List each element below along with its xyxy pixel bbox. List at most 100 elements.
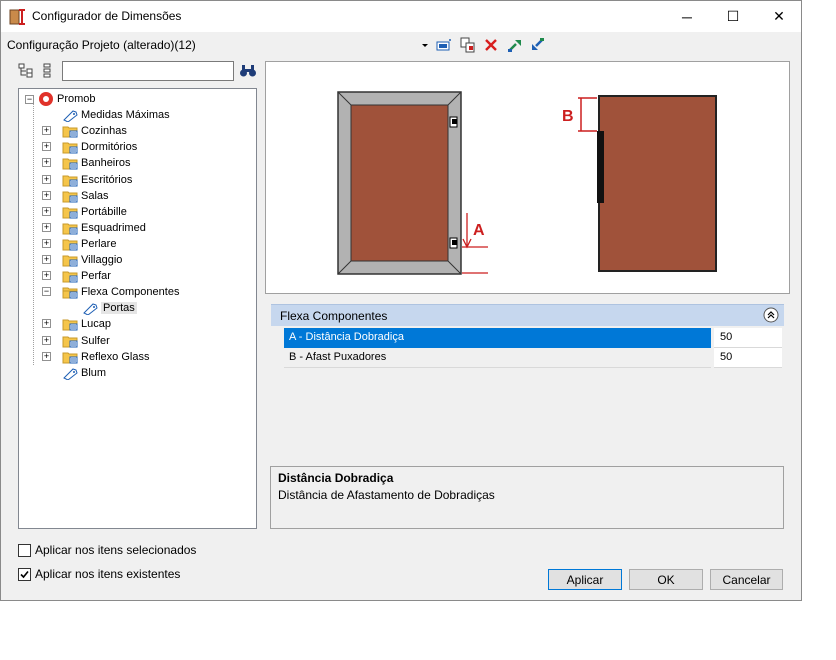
expand-toggle-icon[interactable]: + (42, 255, 51, 264)
collapse-chevron-icon[interactable] (763, 307, 779, 323)
folder-icon (62, 156, 78, 170)
expand-toggle-icon[interactable]: + (42, 238, 51, 248)
tree-item-portas[interactable]: Portas (82, 300, 137, 316)
collapse-tree-icon[interactable] (41, 63, 57, 79)
ok-button-label: OK (657, 572, 675, 587)
delete-icon[interactable] (483, 37, 499, 53)
description-title: Distância Dobradiça (278, 471, 394, 485)
promob-logo-icon (39, 92, 53, 106)
close-button[interactable]: ✕ (756, 1, 802, 32)
property-name: A - Distância Dobradiça (289, 331, 404, 343)
title-bar: Configurador de Dimensões ─ ☐ ✕ (1, 1, 801, 32)
property-description-panel: Distância Dobradiça Distância de Afastam… (270, 466, 784, 529)
dropdown-arrow-icon[interactable] (420, 37, 430, 53)
import-icon[interactable] (529, 37, 545, 53)
property-row-handle-distance[interactable]: B - Afast Puxadores 50 (284, 348, 782, 368)
folder-icon (62, 140, 78, 154)
tree-item-label: Promob (57, 93, 96, 105)
window-title: Configurador de Dimensões (32, 9, 182, 23)
tree-item-flexa-componentes[interactable]: − Flexa Componentes (42, 284, 179, 300)
cancel-button-label: Cancelar (722, 572, 771, 587)
folder-icon (62, 334, 78, 348)
tree-item-root[interactable]: − Promob (25, 91, 96, 107)
folder-icon (62, 124, 78, 138)
apply-existing-label: Aplicar nos itens existentes (35, 567, 181, 581)
tree-item-medidas-maximas[interactable]: Medidas Máximas (62, 107, 170, 123)
app-icon (9, 9, 25, 25)
expand-toggle-icon[interactable]: + (42, 158, 51, 168)
configuration-label: Configuração Projeto (alterado)(12) (7, 38, 196, 52)
expand-tree-icon[interactable] (18, 63, 34, 79)
tree-item-villaggio[interactable]: + Villaggio (42, 252, 123, 268)
folder-icon (62, 253, 78, 267)
ok-button[interactable]: OK (629, 569, 703, 590)
dimension-label-a: A (473, 222, 485, 239)
expand-toggle-icon[interactable]: + (42, 319, 51, 329)
tree-item-blum[interactable]: Blum (62, 365, 106, 381)
copy-config-icon[interactable] (460, 37, 476, 53)
tree-item-label: Medidas Máximas (81, 109, 170, 122)
property-group-title: Flexa Componentes (280, 309, 388, 323)
expand-toggle-icon[interactable]: + (42, 190, 51, 200)
tag-icon (62, 108, 78, 123)
tag-icon (82, 301, 98, 316)
tree-item-esquadrimed[interactable]: + Esquadrimed (42, 220, 146, 236)
apply-existing-checkbox[interactable] (18, 568, 31, 581)
apply-config-icon[interactable] (436, 37, 452, 53)
expand-toggle-icon[interactable]: + (42, 126, 51, 136)
tree-search-input[interactable] (62, 61, 234, 81)
apply-button[interactable]: Aplicar (548, 569, 622, 590)
expand-toggle-icon[interactable]: + (42, 271, 51, 281)
folder-icon (62, 221, 78, 235)
minimize-icon: ─ (682, 8, 692, 25)
apply-button-label: Aplicar (566, 572, 604, 587)
tree-item-label: Reflexo Glass (81, 350, 150, 363)
tree-item-escritorios[interactable]: + Escritórios (42, 172, 133, 188)
tree-item-lucap[interactable]: + Lucap (42, 316, 111, 332)
tree-item-label: Portas (101, 302, 137, 315)
close-icon: ✕ (773, 8, 785, 24)
property-name: B - Afast Puxadores (289, 351, 387, 363)
tree-item-portabille[interactable]: + Portábille (42, 204, 127, 220)
expand-toggle-icon[interactable]: + (42, 174, 51, 184)
maximize-icon: ☐ (726, 8, 740, 24)
dimension-configurator-window: Configurador de Dimensões ─ ☐ ✕ Configur… (0, 0, 802, 601)
tree-item-perlare[interactable]: + Perlare (42, 236, 117, 252)
minimize-button[interactable]: ─ (664, 1, 710, 32)
tree-item-dormitorios[interactable]: + Dormitórios (42, 139, 138, 155)
tree-item-label: Portábille (81, 205, 127, 218)
property-group-header[interactable]: Flexa Componentes (271, 304, 784, 326)
expand-toggle-icon[interactable]: + (42, 206, 51, 216)
description-text: Distância de Afastamento de Dobradiças (278, 488, 495, 502)
folder-icon (62, 285, 78, 299)
expand-toggle-icon[interactable]: + (42, 351, 51, 361)
property-value[interactable]: 50 (720, 331, 732, 343)
folder-icon (62, 205, 78, 219)
apply-selected-checkbox[interactable] (18, 544, 31, 557)
door-preview-drawing: A B (337, 91, 717, 275)
tree-item-label: Villaggio (81, 254, 123, 266)
catalog-tree[interactable]: − Promob Medidas Máximas + Cozinhas + Dormitór… (18, 88, 257, 529)
expand-toggle-icon[interactable]: + (42, 335, 51, 345)
expand-toggle-icon[interactable]: + (42, 142, 51, 152)
cancel-button[interactable]: Cancelar (710, 569, 783, 590)
collapse-toggle-icon[interactable]: − (42, 287, 51, 297)
tree-item-banheiros[interactable]: + Banheiros (42, 155, 131, 171)
tree-item-salas[interactable]: + Salas (42, 188, 109, 204)
maximize-button[interactable]: ☐ (710, 1, 756, 32)
collapse-toggle-icon[interactable]: − (25, 94, 34, 104)
tree-item-reflexo-glass[interactable]: + Reflexo Glass (42, 349, 150, 365)
property-row-hinge-distance[interactable]: A - Distância Dobradiça 50 (284, 328, 782, 348)
tree-item-label: Dormitórios (81, 141, 138, 154)
expand-toggle-icon[interactable]: + (42, 222, 51, 232)
tree-item-label: Perlare (81, 237, 117, 250)
binoculars-search-icon[interactable] (239, 63, 257, 79)
tree-item-perfar[interactable]: + Perfar (42, 268, 111, 284)
export-icon[interactable] (507, 37, 523, 53)
tree-item-sulfer[interactable]: + Sulfer (42, 333, 110, 349)
property-grid: Flexa Componentes A - Distância Dobradiç… (271, 304, 784, 368)
tree-item-label: Escritórios (81, 173, 133, 186)
hinge-door-view: A (337, 91, 488, 275)
tree-item-cozinhas[interactable]: + Cozinhas (42, 123, 127, 139)
property-value[interactable]: 50 (720, 351, 732, 363)
